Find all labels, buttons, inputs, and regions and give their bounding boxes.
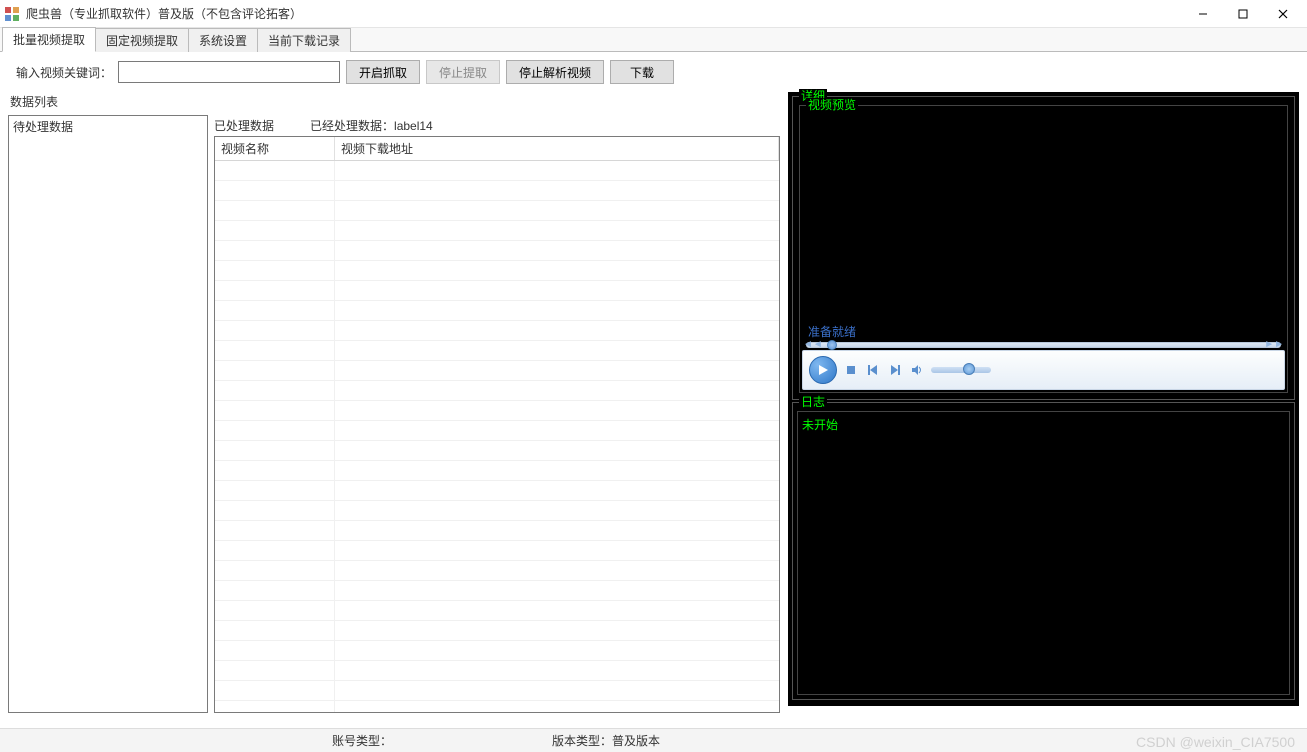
log-content[interactable]: 未开始: [797, 411, 1290, 695]
detail-box: 详细 视频预览 准备就绪 ◄◄ ►►: [792, 96, 1295, 400]
seek-bar[interactable]: ◄◄ ►►: [806, 342, 1281, 348]
table-row[interactable]: [215, 501, 779, 521]
table-row[interactable]: [215, 481, 779, 501]
table-row[interactable]: [215, 441, 779, 461]
tab-download-log[interactable]: 当前下载记录: [258, 28, 351, 52]
table-row[interactable]: [215, 681, 779, 701]
tab-batch-extract[interactable]: 批量视频提取: [2, 27, 96, 52]
seek-thumb[interactable]: [827, 340, 837, 350]
table-row[interactable]: [215, 161, 779, 181]
grid-header: 视频名称 视频下载地址: [215, 137, 779, 161]
data-list-title: 数据列表: [8, 92, 780, 111]
tab-content: 输入视频关键词： 开启抓取 停止提取 停止解析视频 下载 数据列表 待处理数据 …: [0, 52, 1307, 728]
grid-body[interactable]: [215, 161, 779, 713]
account-type-label: 账号类型：: [332, 734, 392, 748]
table-row[interactable]: [215, 601, 779, 621]
prev-button[interactable]: [865, 362, 881, 378]
titlebar: 爬虫兽（专业抓取软件）普及版（不包含评论拓客）: [0, 0, 1307, 28]
right-panel: 详细 视频预览 准备就绪 ◄◄ ►►: [788, 92, 1299, 706]
stop-button[interactable]: [843, 362, 859, 378]
grid-header-name[interactable]: 视频名称: [215, 137, 335, 160]
processed-count-value: label14: [394, 119, 433, 133]
tab-label: 固定视频提取: [106, 34, 178, 48]
stop-parse-button[interactable]: 停止解析视频: [506, 60, 604, 84]
processed-header: 已处理数据: [214, 117, 274, 134]
table-row[interactable]: [215, 321, 779, 341]
pending-header: 待处理数据: [9, 116, 207, 137]
table-row[interactable]: [215, 521, 779, 541]
tab-settings[interactable]: 系统设置: [189, 28, 258, 52]
table-row[interactable]: [215, 261, 779, 281]
status-bar: 账号类型： 版本类型：普及版本 CSDN @weixin_CIA7500: [0, 728, 1307, 752]
tab-label: 当前下载记录: [268, 34, 340, 48]
pending-list[interactable]: [9, 137, 207, 712]
log-box: 日志 未开始: [792, 402, 1295, 700]
version-type-value: 普及版本: [612, 734, 660, 748]
video-preview-box: 视频预览 准备就绪 ◄◄ ►►: [799, 105, 1288, 393]
stop-extract-button[interactable]: 停止提取: [426, 60, 500, 84]
processed-grid[interactable]: 视频名称 视频下载地址: [214, 136, 780, 713]
version-type-label: 版本类型：: [552, 734, 612, 748]
table-row[interactable]: [215, 221, 779, 241]
download-button[interactable]: 下载: [610, 60, 674, 84]
table-row[interactable]: [215, 401, 779, 421]
volume-icon[interactable]: [909, 362, 925, 378]
volume-slider[interactable]: [931, 367, 991, 373]
seek-fwd-icon[interactable]: ►►: [1264, 339, 1284, 350]
table-row[interactable]: [215, 341, 779, 361]
table-row[interactable]: [215, 641, 779, 661]
table-row[interactable]: [215, 201, 779, 221]
table-row[interactable]: [215, 421, 779, 441]
table-row[interactable]: [215, 461, 779, 481]
next-button[interactable]: [887, 362, 903, 378]
app-icon: [4, 6, 20, 22]
table-row[interactable]: [215, 361, 779, 381]
account-type: 账号类型：: [332, 732, 392, 749]
play-button[interactable]: [809, 356, 837, 384]
maximize-button[interactable]: [1223, 2, 1263, 26]
window-title: 爬虫兽（专业抓取软件）普及版（不包含评论拓客）: [26, 5, 1183, 22]
table-row[interactable]: [215, 541, 779, 561]
data-list-section: 数据列表 待处理数据 已处理数据 已经处理数据：label14 视: [8, 92, 780, 706]
table-row[interactable]: [215, 281, 779, 301]
video-area[interactable]: [800, 106, 1287, 321]
version-type: 版本类型：普及版本: [552, 732, 660, 749]
start-crawl-button[interactable]: 开启抓取: [346, 60, 420, 84]
tab-label: 批量视频提取: [13, 33, 85, 47]
player-status: 准备就绪: [800, 321, 1287, 342]
search-row: 输入视频关键词： 开启抓取 停止提取 停止解析视频 下载: [8, 60, 1299, 84]
tab-strip: 批量视频提取 固定视频提取 系统设置 当前下载记录: [0, 28, 1307, 52]
log-title: 日志: [799, 395, 827, 409]
keyword-label: 输入视频关键词：: [16, 64, 112, 81]
processed-column: 已处理数据 已经处理数据：label14 视频名称 视频下载地址: [214, 115, 780, 713]
table-row[interactable]: [215, 561, 779, 581]
tab-fixed-extract[interactable]: 固定视频提取: [96, 28, 189, 52]
table-row[interactable]: [215, 621, 779, 641]
table-row[interactable]: [215, 181, 779, 201]
pending-column: 待处理数据: [8, 115, 208, 713]
video-preview-title: 视频预览: [806, 98, 858, 112]
tab-label: 系统设置: [199, 34, 247, 48]
media-controls: [802, 350, 1285, 390]
table-row[interactable]: [215, 381, 779, 401]
minimize-button[interactable]: [1183, 2, 1223, 26]
processed-count: 已经处理数据：label14: [310, 117, 433, 134]
table-row[interactable]: [215, 241, 779, 261]
keyword-input[interactable]: [118, 61, 340, 83]
table-row[interactable]: [215, 701, 779, 713]
seek-back-icon[interactable]: ◄◄: [803, 339, 823, 350]
watermark: CSDN @weixin_CIA7500: [1136, 734, 1295, 750]
grid-header-url[interactable]: 视频下载地址: [335, 137, 779, 160]
volume-thumb[interactable]: [963, 363, 975, 375]
table-row[interactable]: [215, 661, 779, 681]
close-button[interactable]: [1263, 2, 1303, 26]
table-row[interactable]: [215, 581, 779, 601]
table-row[interactable]: [215, 301, 779, 321]
processed-count-label: 已经处理数据：: [310, 119, 394, 133]
